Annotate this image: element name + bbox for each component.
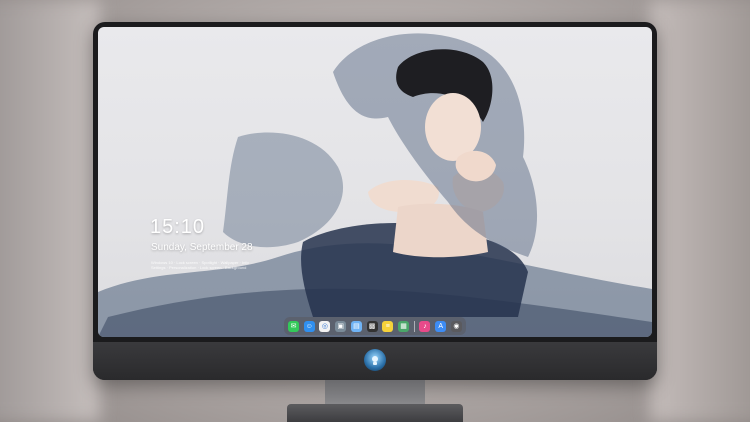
background-blur-right	[650, 0, 750, 422]
veil-drape-left	[223, 132, 344, 248]
folder-icon[interactable]: ▤	[350, 320, 362, 332]
safari-icon[interactable]: ◎	[319, 320, 331, 332]
photos-icon[interactable]: ▦	[398, 320, 410, 332]
app-store-icon[interactable]: A	[435, 320, 447, 332]
lock-screen-clock: 15:10	[150, 216, 206, 238]
messages-icon[interactable]: ✉	[288, 320, 299, 332]
clapper-icon[interactable]: ▩	[366, 320, 378, 332]
notice-line-2: Settings · Personalization · Lock screen…	[151, 265, 247, 270]
dock: ✉ ☺ ◎ ▣ ▤ ▩ ≡ ▦ ♪ A ◉	[284, 317, 466, 335]
wallpaper-portrait	[98, 33, 652, 337]
dock-separator	[413, 320, 415, 332]
lock-screen-notice: Windows 10 · Lock screen · Spotlight · W…	[151, 260, 271, 270]
background-blur-left	[0, 0, 100, 422]
monitor-stand-neck	[325, 380, 425, 406]
monitor-chin	[93, 342, 657, 380]
brand-mark	[372, 356, 378, 365]
camera-icon[interactable]: ◉	[450, 320, 462, 332]
lock-screen-date: Sunday, September 28	[151, 242, 253, 253]
monitor: 15:10 Sunday, September 28 Windows 10 · …	[93, 22, 657, 380]
music-icon[interactable]: ♪	[419, 320, 431, 332]
brand-logo-icon	[364, 349, 386, 371]
face	[425, 93, 481, 161]
notes-icon[interactable]: ≡	[382, 320, 394, 332]
screen: 15:10 Sunday, September 28 Windows 10 · …	[98, 27, 652, 337]
finder-icon[interactable]: ☺	[303, 320, 315, 332]
monitor-stand-base	[287, 404, 463, 422]
preview-icon[interactable]: ▣	[335, 320, 347, 332]
